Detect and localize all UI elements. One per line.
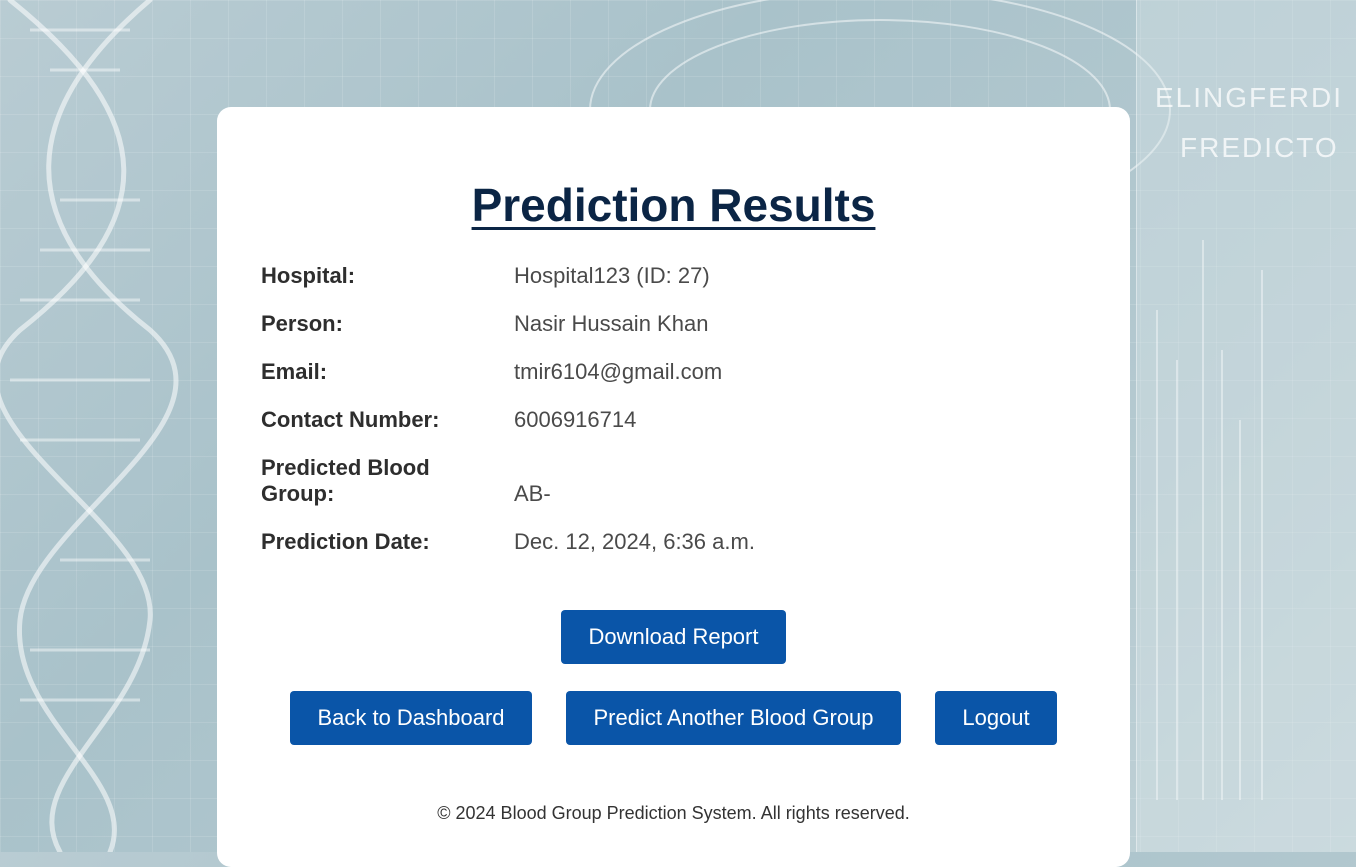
back-to-dashboard-button[interactable]: Back to Dashboard (290, 691, 532, 745)
detail-label: Email: (261, 359, 328, 384)
detail-label: Hospital: (261, 263, 356, 288)
detail-label: Predicted Blood (261, 455, 430, 480)
detail-label: Group: (261, 481, 335, 506)
detail-label: Prediction Date: (261, 529, 430, 554)
logout-button[interactable]: Logout (935, 691, 1057, 745)
detail-value: Hospital123 (ID: 27) (514, 263, 710, 288)
footer-copyright: © 2024 Blood Group Prediction System. Al… (437, 803, 910, 823)
detail-label: Contact Number: (261, 407, 440, 432)
blood-group-value: AB- (514, 481, 551, 506)
detail-value: Dec. 12, 2024, 6:36 a.m. (514, 529, 755, 554)
detail-value: Nasir Hussain Khan (514, 311, 709, 336)
detail-label: Person: (261, 311, 343, 336)
download-report-button[interactable]: Download Report (561, 610, 786, 664)
detail-value: tmir6104@gmail.com (514, 359, 723, 384)
detail-value: 6006916714 (514, 407, 637, 432)
predict-another-button[interactable]: Predict Another Blood Group (566, 691, 901, 745)
